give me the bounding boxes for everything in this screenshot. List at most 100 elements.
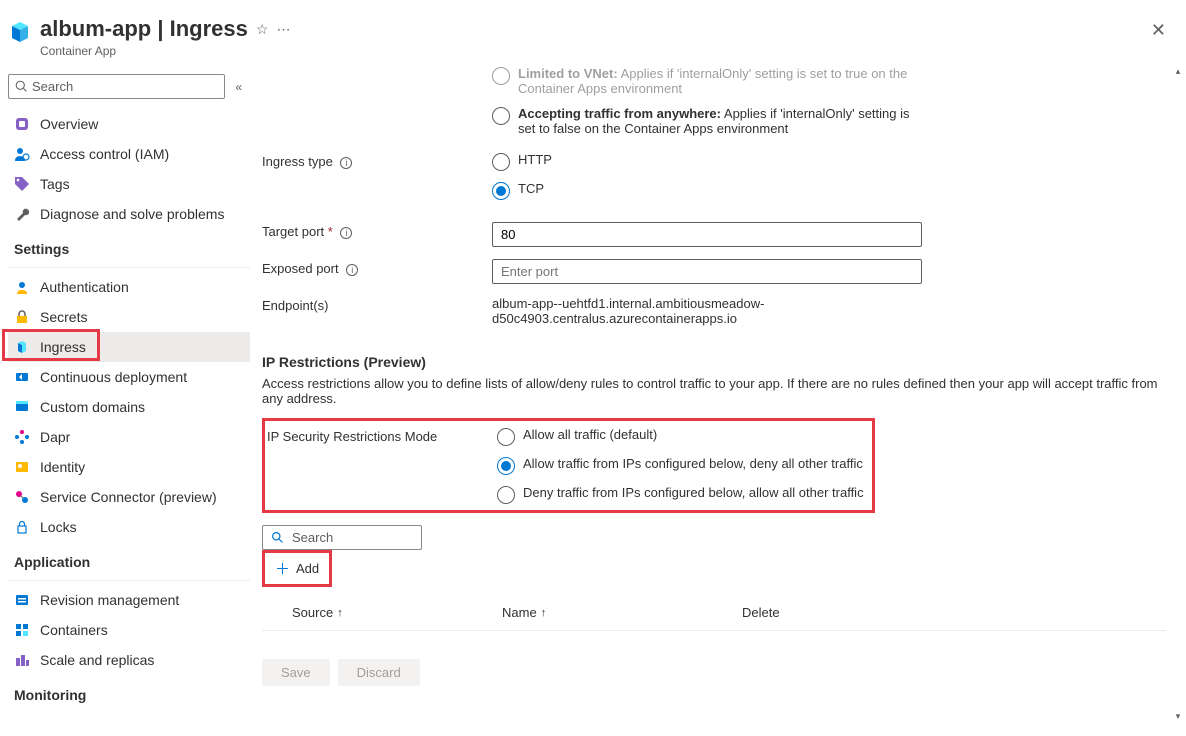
sidebar-search-input[interactable]: Search bbox=[8, 74, 225, 99]
close-icon[interactable]: ✕ bbox=[1147, 16, 1170, 45]
sidebar-item-scale[interactable]: Scale and replicas bbox=[8, 645, 250, 675]
sidebar-item-tags[interactable]: Tags bbox=[8, 169, 250, 199]
discard-button[interactable]: Discard bbox=[338, 659, 420, 686]
sort-up-icon: ↑ bbox=[541, 607, 547, 619]
ip-restrictions-title: IP Restrictions (Preview) bbox=[262, 354, 1166, 370]
radio-icon bbox=[497, 428, 515, 446]
radio-icon bbox=[492, 153, 510, 171]
radio-label: Limited to VNet: Applies if 'internalOnl… bbox=[518, 66, 922, 96]
auth-icon bbox=[14, 279, 30, 295]
radio-icon bbox=[497, 486, 515, 504]
more-icon[interactable]: ⋯ bbox=[276, 21, 290, 38]
page-subtitle: Container App bbox=[40, 44, 1147, 58]
sidebar-item-diagnose[interactable]: Diagnose and solve problems bbox=[8, 199, 250, 229]
col-delete: Delete bbox=[742, 605, 780, 620]
radio-icon bbox=[492, 182, 510, 200]
container-app-icon bbox=[8, 20, 32, 44]
target-port-input[interactable] bbox=[492, 222, 922, 247]
sidebar-label: Ingress bbox=[40, 339, 86, 355]
favorite-icon[interactable]: ☆ bbox=[256, 21, 269, 38]
radio-anywhere[interactable]: Accepting traffic from anywhere: Applies… bbox=[492, 106, 922, 136]
sidebar-item-iam[interactable]: Access control (IAM) bbox=[8, 139, 250, 169]
domains-icon bbox=[14, 399, 30, 415]
ingress-type-label: Ingress type i bbox=[262, 152, 492, 169]
radio-icon bbox=[492, 107, 510, 125]
col-source[interactable]: Source ↑ bbox=[262, 605, 502, 620]
connector-icon bbox=[14, 489, 30, 505]
sidebar-item-identity[interactable]: Identity bbox=[8, 452, 250, 482]
endpoints-value: album-app--uehtfd1.internal.ambitiousmea… bbox=[492, 296, 922, 326]
add-label: Add bbox=[296, 561, 319, 576]
search-placeholder: Search bbox=[292, 530, 333, 545]
info-icon[interactable]: i bbox=[340, 227, 352, 239]
sort-up-icon: ↑ bbox=[337, 607, 343, 619]
radio-label: Deny traffic from IPs configured below, … bbox=[523, 485, 864, 500]
divider bbox=[8, 267, 250, 268]
sidebar-section-settings: Settings bbox=[8, 229, 250, 263]
revisions-icon bbox=[14, 592, 30, 608]
radio-allow-all[interactable]: Allow all traffic (default) bbox=[497, 427, 864, 446]
scale-icon bbox=[14, 652, 30, 668]
info-icon[interactable]: i bbox=[346, 264, 358, 276]
exposed-port-input[interactable] bbox=[492, 259, 922, 284]
containers-icon bbox=[14, 622, 30, 638]
radio-deny-listed[interactable]: Deny traffic from IPs configured below, … bbox=[497, 485, 864, 504]
ip-mode-label: IP Security Restrictions Mode bbox=[267, 427, 497, 504]
lock-icon bbox=[14, 519, 30, 535]
radio-label: Allow traffic from IPs configured below,… bbox=[523, 456, 863, 471]
sidebar-label: Identity bbox=[40, 459, 85, 475]
sidebar-item-secrets[interactable]: Secrets bbox=[8, 302, 250, 332]
sidebar-item-revisions[interactable]: Revision management bbox=[8, 585, 250, 615]
sidebar-item-overview[interactable]: Overview bbox=[8, 109, 250, 139]
overview-icon bbox=[14, 116, 30, 132]
sidebar-item-ingress[interactable]: Ingress bbox=[8, 332, 250, 362]
sidebar-label: Custom domains bbox=[40, 399, 145, 415]
radio-label: HTTP bbox=[518, 152, 552, 167]
sidebar-item-domains[interactable]: Custom domains bbox=[8, 392, 250, 422]
person-icon bbox=[14, 146, 30, 162]
scroll-up-icon[interactable]: ▴ bbox=[1176, 66, 1181, 77]
scrollbar[interactable]: ▴ ▾ bbox=[1172, 66, 1184, 722]
sidebar-item-authentication[interactable]: Authentication bbox=[8, 272, 250, 302]
sidebar-label: Service Connector (preview) bbox=[40, 489, 217, 505]
sidebar-label: Revision management bbox=[40, 592, 179, 608]
add-button[interactable]: ＋ Add bbox=[265, 553, 329, 584]
ip-restrictions-desc: Access restrictions allow you to define … bbox=[262, 376, 1166, 406]
sidebar-item-cd[interactable]: Continuous deployment bbox=[8, 362, 250, 392]
sidebar-item-containers[interactable]: Containers bbox=[8, 615, 250, 645]
ingress-icon bbox=[14, 339, 30, 355]
sidebar-item-locks[interactable]: Locks bbox=[8, 512, 250, 542]
ip-table-header: Source ↑ Name ↑ Delete bbox=[262, 591, 1166, 631]
plus-icon: ＋ bbox=[275, 558, 290, 579]
sidebar-label: Locks bbox=[40, 519, 77, 535]
ip-search-input[interactable]: Search bbox=[262, 525, 422, 550]
target-port-label: Target port * i bbox=[262, 222, 492, 239]
radio-allow-listed[interactable]: Allow traffic from IPs configured below,… bbox=[497, 456, 864, 475]
tag-icon bbox=[14, 176, 30, 192]
sidebar-label: Diagnose and solve problems bbox=[40, 206, 224, 222]
radio-tcp[interactable]: TCP bbox=[492, 181, 922, 200]
col-name[interactable]: Name ↑ bbox=[502, 605, 742, 620]
scroll-down-icon[interactable]: ▾ bbox=[1176, 711, 1181, 722]
info-icon[interactable]: i bbox=[340, 157, 352, 169]
radio-limited-vnet: Limited to VNet: Applies if 'internalOnl… bbox=[492, 66, 922, 96]
sidebar-label: Continuous deployment bbox=[40, 369, 187, 385]
sidebar-label: Scale and replicas bbox=[40, 652, 154, 668]
cd-icon bbox=[14, 369, 30, 385]
radio-label: Allow all traffic (default) bbox=[523, 427, 657, 442]
sidebar-label: Containers bbox=[40, 622, 108, 638]
divider bbox=[8, 580, 250, 581]
search-icon bbox=[271, 531, 284, 544]
sidebar-label: Secrets bbox=[40, 309, 87, 325]
dapr-icon bbox=[14, 429, 30, 445]
exposed-port-label: Exposed port i bbox=[262, 259, 492, 276]
save-button[interactable]: Save bbox=[262, 659, 330, 686]
sidebar-item-dapr[interactable]: Dapr bbox=[8, 422, 250, 452]
radio-icon bbox=[497, 457, 515, 475]
endpoints-label: Endpoint(s) bbox=[262, 296, 492, 313]
sidebar-search-placeholder: Search bbox=[32, 79, 73, 94]
sidebar-item-service-connector[interactable]: Service Connector (preview) bbox=[8, 482, 250, 512]
radio-label: TCP bbox=[518, 181, 544, 196]
collapse-sidebar-icon[interactable]: « bbox=[231, 80, 246, 94]
radio-http[interactable]: HTTP bbox=[492, 152, 922, 171]
